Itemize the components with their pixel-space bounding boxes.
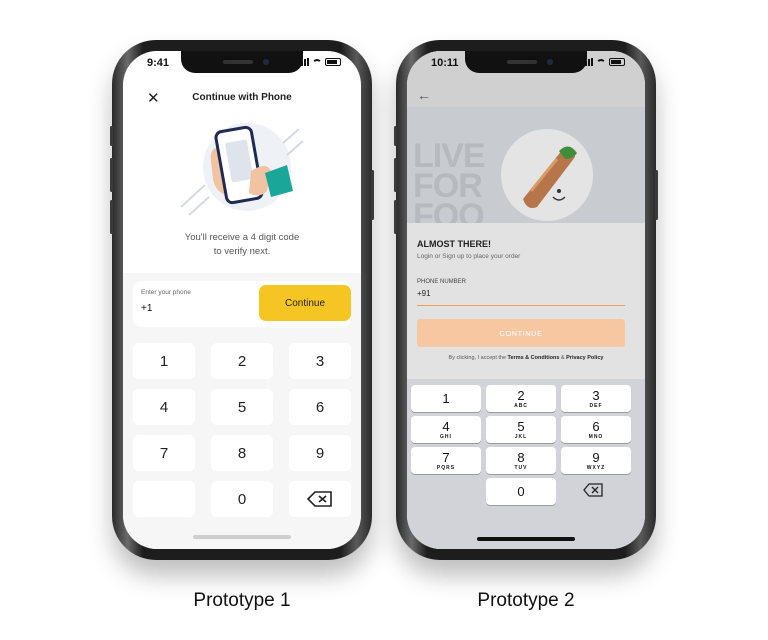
- key-6[interactable]: 6 MNO: [561, 416, 631, 443]
- sheet-subtitle: Login or Sign up to place your order: [417, 253, 521, 260]
- wrap-food-image: [523, 146, 577, 208]
- country-code[interactable]: +1: [141, 303, 152, 314]
- banner-text: LIVE FOR FOO: [413, 137, 486, 223]
- screen-prototype-2: 10:11 ← LIVE FOR FOO ALMOST THERE! Login…: [407, 51, 645, 549]
- phone-mockup-prototype-1: 9:41 ✕ Continue with Phone You'll receiv…: [110, 40, 374, 560]
- key-9[interactable]: 9: [289, 435, 351, 471]
- ios-numeric-keypad: 1 2 ABC 3 DEF 4 GHI 5 JKL 6 MNO 7 PQRS 8 TUV 9W…: [407, 379, 645, 549]
- terms-link[interactable]: Terms & Conditions: [508, 355, 560, 361]
- key-blank: [133, 481, 195, 517]
- key-9[interactable]: 9 WXYZ: [561, 447, 631, 474]
- key-2[interactable]: 2 ABC: [486, 385, 556, 412]
- backspace-icon: [583, 483, 603, 497]
- header: ✕ Continue with Phone: [123, 87, 361, 111]
- caption-prototype-1: Prototype 1: [193, 590, 291, 611]
- promo-banner: LIVE FOR FOO: [407, 107, 645, 223]
- page-title: Continue with Phone: [192, 92, 292, 103]
- backspace-icon: [307, 491, 332, 507]
- key-1[interactable]: 1: [133, 343, 195, 379]
- continue-button[interactable]: Continue: [259, 285, 351, 321]
- sheet-title: ALMOST THERE!: [417, 239, 491, 249]
- key-1[interactable]: 1: [411, 385, 481, 412]
- key-6[interactable]: 6: [289, 389, 351, 425]
- continue-button[interactable]: CONTINUE: [417, 319, 625, 347]
- back-arrow-icon[interactable]: ←: [417, 87, 431, 103]
- home-indicator: [193, 535, 291, 539]
- status-icons: [582, 58, 625, 66]
- country-code[interactable]: +91: [417, 289, 431, 298]
- key-4[interactable]: 4: [133, 389, 195, 425]
- key-5[interactable]: 5 JKL: [486, 416, 556, 443]
- key-3[interactable]: 3: [289, 343, 351, 379]
- phone-mockup-prototype-2: 10:11 ← LIVE FOR FOO ALMOST THERE! Login…: [394, 40, 658, 560]
- backspace-key[interactable]: [583, 483, 603, 502]
- terms-text: By clicking, I accept the Terms & Condit…: [448, 355, 604, 361]
- login-sheet: ALMOST THERE! Login or Sign up to place …: [407, 223, 645, 379]
- key-2[interactable]: 2: [211, 343, 273, 379]
- wifi-icon: [596, 58, 606, 66]
- battery-icon: [325, 58, 341, 66]
- backspace-key[interactable]: [289, 481, 351, 517]
- key-8[interactable]: 8 TUV: [486, 447, 556, 474]
- numeric-keypad: 1 2 3 4 5 6 7 8 9 0: [123, 335, 361, 549]
- key-4[interactable]: 4 GHI: [411, 416, 481, 443]
- phone-field-label: PHONE NUMBER: [417, 279, 467, 285]
- caption-prototype-2: Prototype 2: [477, 590, 575, 611]
- phone-entry-area: Enter your phone +1 Continue: [123, 273, 361, 335]
- wifi-icon: [312, 58, 322, 66]
- phone-in-hand-illustration: [180, 123, 304, 216]
- key-8[interactable]: 8: [211, 435, 273, 471]
- privacy-link[interactable]: Privacy Policy: [566, 355, 603, 361]
- status-time: 9:41: [147, 57, 170, 69]
- phone-input-card[interactable]: Enter your phone +1 Continue: [133, 281, 351, 327]
- screen-prototype-1: 9:41 ✕ Continue with Phone You'll receiv…: [123, 51, 361, 549]
- phone-field-label: Enter your phone: [141, 289, 191, 296]
- key-3[interactable]: 3 DEF: [561, 385, 631, 412]
- key-5[interactable]: 5: [211, 389, 273, 425]
- phone-input-underline[interactable]: [417, 305, 625, 306]
- key-0[interactable]: 0: [211, 481, 273, 517]
- status-time: 10:11: [431, 57, 459, 69]
- verification-info: You'll receive a 4 digit code to verify …: [184, 232, 300, 257]
- key-0[interactable]: 0: [486, 478, 556, 505]
- home-indicator: [477, 537, 575, 541]
- key-7[interactable]: 7: [133, 435, 195, 471]
- key-7[interactable]: 7 PQRS: [411, 447, 481, 474]
- status-icons: [298, 58, 341, 66]
- battery-icon: [609, 58, 625, 66]
